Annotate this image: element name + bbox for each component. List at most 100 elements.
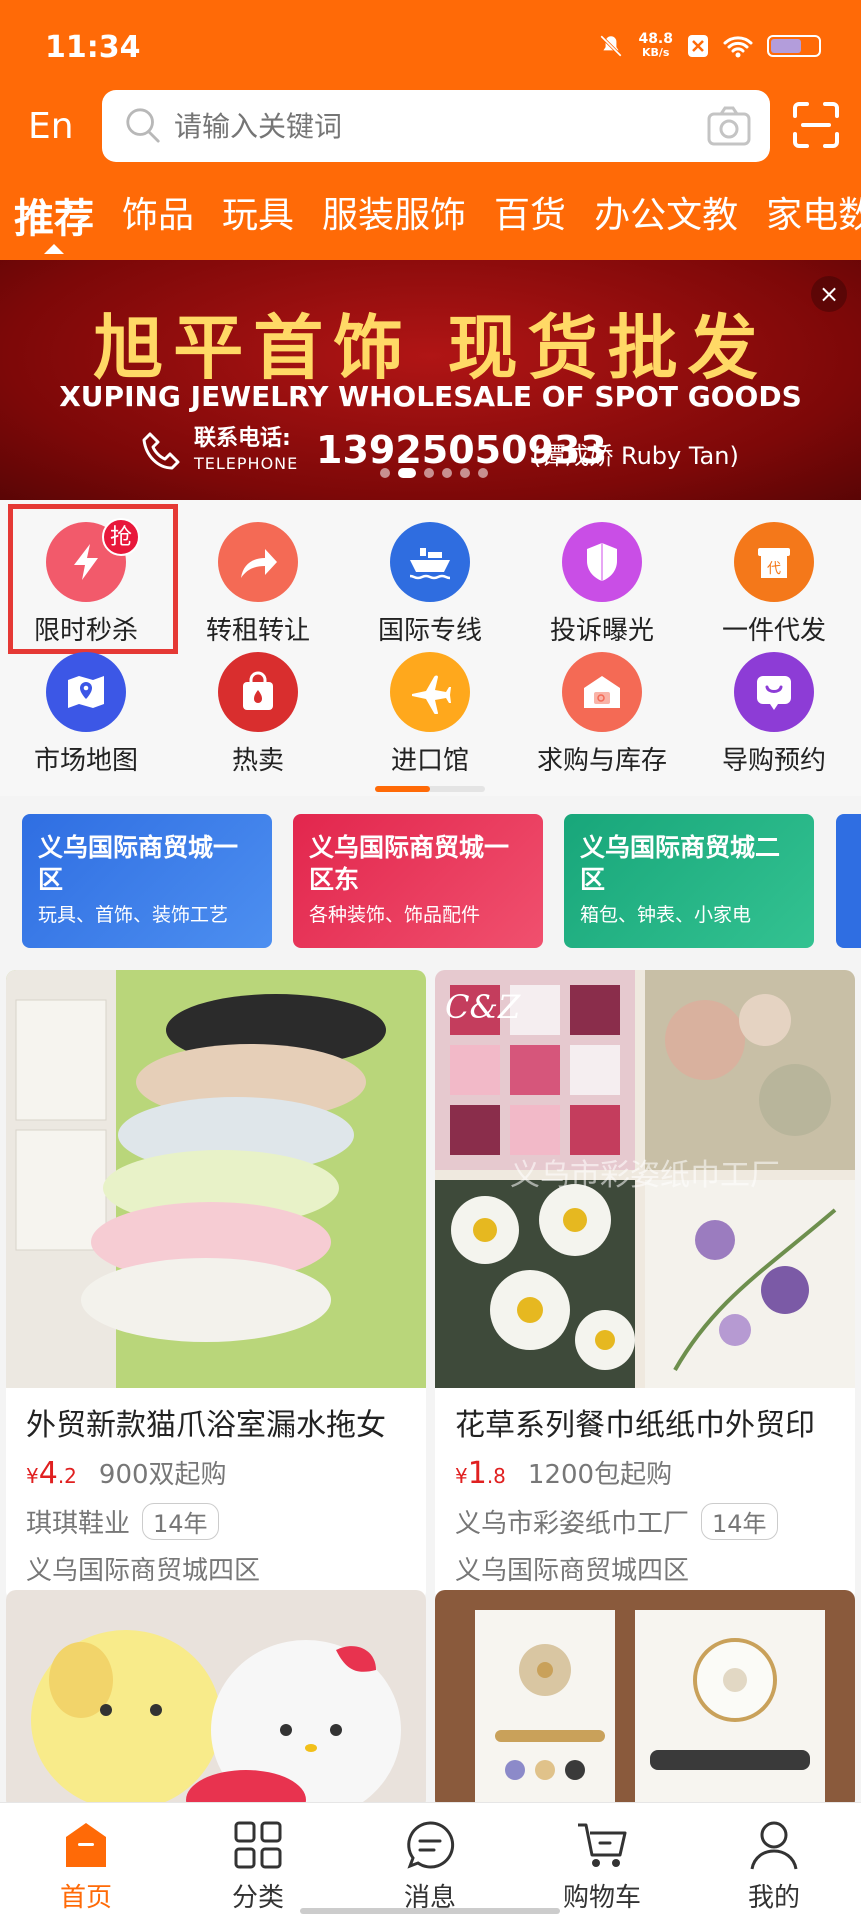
product-image [6, 1590, 426, 1810]
dropship-glyph: 代 [767, 561, 781, 577]
market-sub: 玩具、首饰、装饰工艺 [38, 904, 229, 926]
entry-label: 进口馆 [390, 746, 469, 776]
entry-hot-sale[interactable]: 热卖 [172, 634, 344, 776]
nav-messages[interactable]: 消息 [344, 1803, 516, 1920]
tab-clothing[interactable]: 服装服饰 [308, 186, 480, 256]
nav-profile[interactable]: 我的 [688, 1803, 860, 1920]
search-box[interactable] [102, 90, 770, 162]
search-row: En [0, 88, 861, 164]
carousel-dot [478, 468, 488, 478]
price-decimal: .8 [486, 1464, 506, 1488]
product-image: C&Z 义乌市彩姿纸巾工厂 [435, 970, 855, 1388]
price-int: 1 [467, 1456, 487, 1491]
banner-subtitle: XUPING JEWELRY WHOLESALE OF SPOT GOODS [59, 380, 802, 413]
wifi-icon [723, 36, 753, 58]
market-title: 义乌国际商贸城一区 [38, 833, 239, 894]
status-time: 11:34 [45, 30, 141, 65]
carousel-dot [424, 468, 434, 478]
shop-name[interactable]: 琪琪鞋业 [26, 1503, 130, 1540]
shop-row: 义乌市彩姿纸巾工厂 14年 [435, 1491, 855, 1540]
banner-contact: (谭成娇 Ruby Tan) [532, 442, 739, 470]
nav-label: 首页 [59, 1883, 112, 1913]
tab-appliances[interactable]: 家电数 [752, 186, 861, 256]
entry-sublease[interactable]: 转租转让 [172, 504, 344, 646]
carousel-dot-active [398, 468, 416, 478]
market-title: 义乌国际商贸城一区东 [309, 833, 510, 894]
network-speed: 48.8 KB/s [638, 32, 673, 60]
banner-title: 旭平首饰 现货批发 [93, 307, 768, 389]
tab-accessories[interactable]: 饰品 [108, 186, 208, 256]
product-moq: 900双起购 [98, 1460, 227, 1490]
market-sub: 各种装饰、饰品配件 [309, 904, 481, 926]
shop-years-badge: 14年 [701, 1503, 778, 1540]
nav-cart[interactable]: 购物车 [516, 1803, 688, 1920]
nav-label: 我的 [747, 1883, 800, 1913]
product-image [435, 1590, 855, 1810]
grid-scroll-indicator [375, 786, 485, 792]
entry-label: 热卖 [231, 746, 284, 776]
status-bar: 11:34 48.8 KB/s [0, 0, 861, 90]
quick-entry-grid: 抢 限时秒杀 转租转让 国际专线 投诉曝光 代 一件代发 市场地图 热卖 进口馆… [0, 500, 861, 796]
shopping-bag-icon [218, 652, 298, 732]
entry-intl-line[interactable]: 国际专线 [344, 504, 516, 646]
product-card-4[interactable] [435, 1590, 855, 1810]
entry-label: 求购与库存 [536, 746, 667, 776]
market-card-partial[interactable] [836, 814, 861, 948]
banner-close-icon[interactable]: × [811, 276, 847, 312]
scan-icon[interactable] [791, 100, 841, 150]
product-title: 外贸新款猫爪浴室漏水拖女 [26, 1408, 386, 1443]
market-card-3[interactable]: 义乌国际商贸城二区 箱包、钟表、小家电 [564, 814, 814, 948]
camera-icon[interactable] [706, 104, 752, 148]
entry-label: 市场地图 [33, 746, 138, 776]
cart-icon [578, 1823, 627, 1867]
market-title: 义乌国际商贸城二区 [580, 833, 781, 894]
category-tabs: 推荐 饰品 玩具 服装服饰 百货 办公文教 家电数 [0, 186, 861, 256]
price-decimal: .2 [57, 1464, 77, 1488]
ship-icon [390, 522, 470, 602]
shop-row: 琪琪鞋业 14年 [6, 1491, 426, 1540]
brand-mark: C&Z [445, 988, 521, 1026]
entry-market-map[interactable]: 市场地图 [0, 634, 172, 776]
product-card-2[interactable]: C&Z 义乌市彩姿纸巾工厂 花草系列餐巾纸纸巾外贸印 ¥1.8 1200包起购 … [435, 970, 855, 1601]
app-screen: 11:34 48.8KB/s En 推荐 饰品 玩具 服装服饰 百货 [0, 0, 861, 1920]
product-card-3[interactable] [6, 1590, 426, 1810]
user-icon [750, 1821, 798, 1870]
promo-banner[interactable]: 旭平首饰 现货批发 XUPING JEWELRY WHOLESALE OF SP… [0, 260, 861, 500]
header: 11:34 48.8KB/s En 推荐 饰品 玩具 服装服饰 百货 [0, 0, 861, 260]
price-row: ¥1.8 1200包起购 [435, 1444, 855, 1491]
entry-purchase-stock[interactable]: 求购与库存 [516, 634, 688, 776]
price-int: 4 [38, 1456, 58, 1491]
entry-dropship[interactable]: 代 一件代发 [688, 504, 860, 646]
tab-stationery[interactable]: 办公文教 [580, 186, 752, 256]
market-card-1[interactable]: 义乌国际商贸城一区 玩具、首饰、装饰工艺 [22, 814, 272, 948]
search-input[interactable] [174, 104, 674, 148]
entry-import-hall[interactable]: 进口馆 [344, 634, 516, 776]
warehouse-icon [562, 652, 642, 732]
nav-category[interactable]: 分类 [172, 1803, 344, 1920]
product-card-1[interactable]: 外贸新款猫爪浴室漏水拖女 ¥4.2 900双起购 琪琪鞋业 14年 义乌国际商贸… [6, 970, 426, 1601]
nav-home[interactable]: 首页 [0, 1803, 172, 1920]
tab-recommend[interactable]: 推荐 [0, 186, 108, 256]
tab-general-goods[interactable]: 百货 [480, 186, 580, 256]
entry-complaint[interactable]: 投诉曝光 [516, 504, 688, 646]
home-icon [66, 1823, 106, 1867]
product-title: 花草系列餐巾纸纸巾外贸印 [455, 1408, 815, 1443]
carousel-dots [380, 468, 488, 478]
shop-name[interactable]: 义乌市彩姿纸巾工厂 [455, 1503, 689, 1540]
battery-icon [767, 35, 821, 57]
price-row: ¥4.2 900双起购 [6, 1444, 426, 1491]
watermark-text: 义乌市彩姿纸巾工厂 [510, 1158, 780, 1193]
shield-icon [562, 522, 642, 602]
home-indicator [300, 1908, 560, 1914]
map-pin-icon [46, 652, 126, 732]
search-icon [126, 108, 160, 143]
tab-toys[interactable]: 玩具 [208, 186, 308, 256]
market-card-2[interactable]: 义乌国际商贸城一区东 各种装饰、饰品配件 [293, 814, 543, 948]
entry-flash-sale[interactable]: 抢 限时秒杀 [0, 504, 172, 646]
language-toggle[interactable]: En [28, 106, 74, 147]
carousel-dot [460, 468, 470, 478]
entry-shopping-guide[interactable]: 导购预约 [688, 634, 860, 776]
lightning-icon: 抢 [46, 518, 140, 602]
status-icons: 48.8 KB/s [598, 32, 821, 60]
banner-tel-en: TELEPHONE [194, 454, 299, 473]
